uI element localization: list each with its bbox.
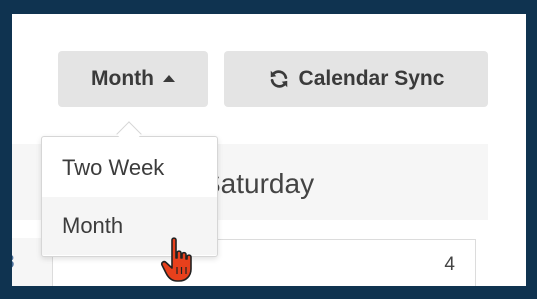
window-frame: Month Calendar Sync Saturday 3 4 Two Wee… xyxy=(0,0,537,299)
sync-icon xyxy=(270,70,287,88)
calendar-sync-label: Calendar Sync xyxy=(298,67,445,90)
caret-up-icon xyxy=(162,74,175,82)
left-date-number: 3 xyxy=(12,252,15,274)
day-header-saturday: Saturday xyxy=(202,168,315,199)
dropdown-item-two-week[interactable]: Two Week xyxy=(42,139,217,197)
calendar-sync-button[interactable]: Calendar Sync xyxy=(224,51,488,107)
view-mode-label: Month xyxy=(91,67,154,90)
hand-pointer-cursor-icon xyxy=(161,237,192,282)
date-number: 4 xyxy=(444,254,455,275)
calendar-panel: Month Calendar Sync Saturday 3 4 Two Wee… xyxy=(12,14,526,286)
view-mode-button[interactable]: Month xyxy=(58,51,208,107)
